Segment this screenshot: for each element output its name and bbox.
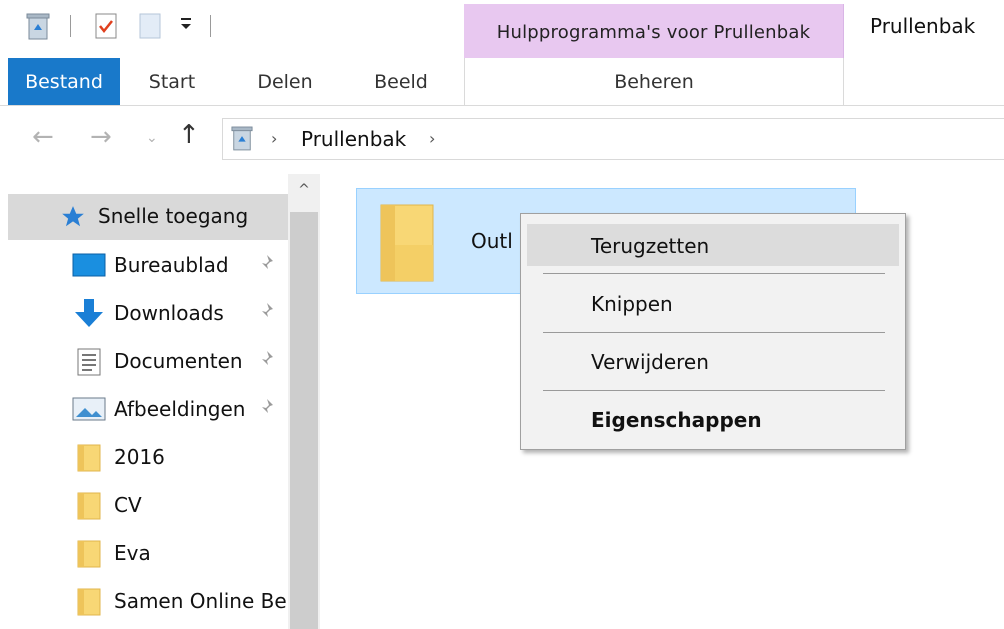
menu-separator [543,390,885,391]
tab-beheren[interactable]: Beheren [464,58,844,106]
address-bar: ← → ⌄ ↑ › Prullenbak › [0,106,1004,174]
documents-icon [76,347,102,382]
menu-separator [543,273,885,274]
sidebar-item-label: Downloads [114,301,224,325]
chevron-right-icon[interactable]: › [271,129,277,148]
menu-item-delete[interactable]: Verwijderen [527,340,899,382]
chevron-down-icon[interactable]: ⌄ [146,130,158,146]
folder-icon [76,587,102,622]
menu-item-cut[interactable]: Knippen [527,282,899,324]
tab-beeld[interactable]: Beeld [356,58,446,106]
toolbar-separator [70,15,71,37]
sidebar-item-afbeeldingen[interactable]: Afbeeldingen [0,386,290,432]
sidebar-item-documenten[interactable]: Documenten [0,338,290,384]
chevron-up-icon[interactable]: ^ [288,182,320,206]
sidebar-item-quick-access[interactable]: Snelle toegang [8,194,290,240]
sidebar-item-label: Bureaublad [114,253,229,277]
address-box[interactable]: › Prullenbak › [222,118,1004,160]
sidebar-item-cv[interactable]: CV [0,482,290,528]
sidebar-item-eva[interactable]: Eva [0,530,290,576]
download-icon [72,299,106,334]
breadcrumb[interactable]: Prullenbak [301,127,406,151]
pin-icon[interactable] [258,254,276,277]
sidebar-item-label: Samen Online Be [114,589,287,613]
sidebar-item-bureaublad[interactable]: Bureaublad [0,242,290,288]
pin-icon[interactable] [258,398,276,421]
context-menu: Terugzetten Knippen Verwijderen Eigensch… [520,213,906,450]
tab-bestand[interactable]: Bestand [8,58,120,105]
toolbar-separator [210,15,211,37]
sidebar-item-label: Afbeeldingen [114,397,246,421]
sidebar-item-2016[interactable]: 2016 [0,434,290,480]
scrollbar-thumb[interactable] [290,212,318,629]
window-title: Prullenbak [870,14,976,38]
pin-icon[interactable] [258,302,276,325]
sidebar-item-label: Documenten [114,349,243,373]
tab-start[interactable]: Start [132,58,212,106]
title-bar: Hulpprogramma's voor Prullenbak Prullenb… [0,0,1004,58]
chevron-right-icon[interactable]: › [429,129,435,148]
menu-item-label: Terugzetten [591,234,710,258]
new-folder-icon[interactable] [138,12,162,45]
sidebar-item-label: 2016 [114,445,165,469]
pictures-icon [72,395,106,428]
folder-icon [76,491,102,526]
contextual-tab-group: Hulpprogramma's voor Prullenbak [464,4,844,58]
sidebar-item-downloads[interactable]: Downloads [0,290,290,336]
file-name: Outl [471,229,513,253]
desktop-icon [72,251,106,284]
pin-icon[interactable] [258,350,276,373]
folder-icon [76,443,102,478]
recycle-bin-icon[interactable] [26,12,50,45]
sidebar-item-label: Snelle toegang [98,204,249,228]
folder-icon [377,201,437,290]
tab-delen[interactable]: Delen [240,58,330,106]
contextual-tab-group-label: Hulpprogramma's voor Prullenbak [496,22,811,43]
menu-item-label: Knippen [591,292,673,316]
navigation-pane: Snelle toegang Bureaublad Downloads Docu… [0,174,290,629]
menu-separator [543,332,885,333]
sidebar-item-samen-online[interactable]: Samen Online Be [0,578,290,624]
navigation-scrollbar[interactable]: ^ [288,174,320,629]
arrow-left-icon[interactable]: ← [32,122,54,152]
arrow-right-icon[interactable]: → [90,122,112,152]
sidebar-item-label: CV [114,493,142,517]
menu-item-label: Eigenschappen [591,408,762,432]
menu-item-label: Verwijderen [591,350,709,374]
ribbon-tabs: Bestand Start Delen Beeld Beheren [0,58,1004,106]
sidebar-item-label: Eva [114,541,151,565]
menu-item-restore[interactable]: Terugzetten [527,224,899,266]
customize-dropdown-icon[interactable] [178,16,194,37]
arrow-up-icon[interactable]: ↑ [178,120,200,150]
properties-icon[interactable] [94,12,118,45]
star-icon [60,204,86,235]
menu-item-properties[interactable]: Eigenschappen [527,398,899,440]
recycle-bin-icon [231,125,253,156]
folder-icon [76,539,102,574]
